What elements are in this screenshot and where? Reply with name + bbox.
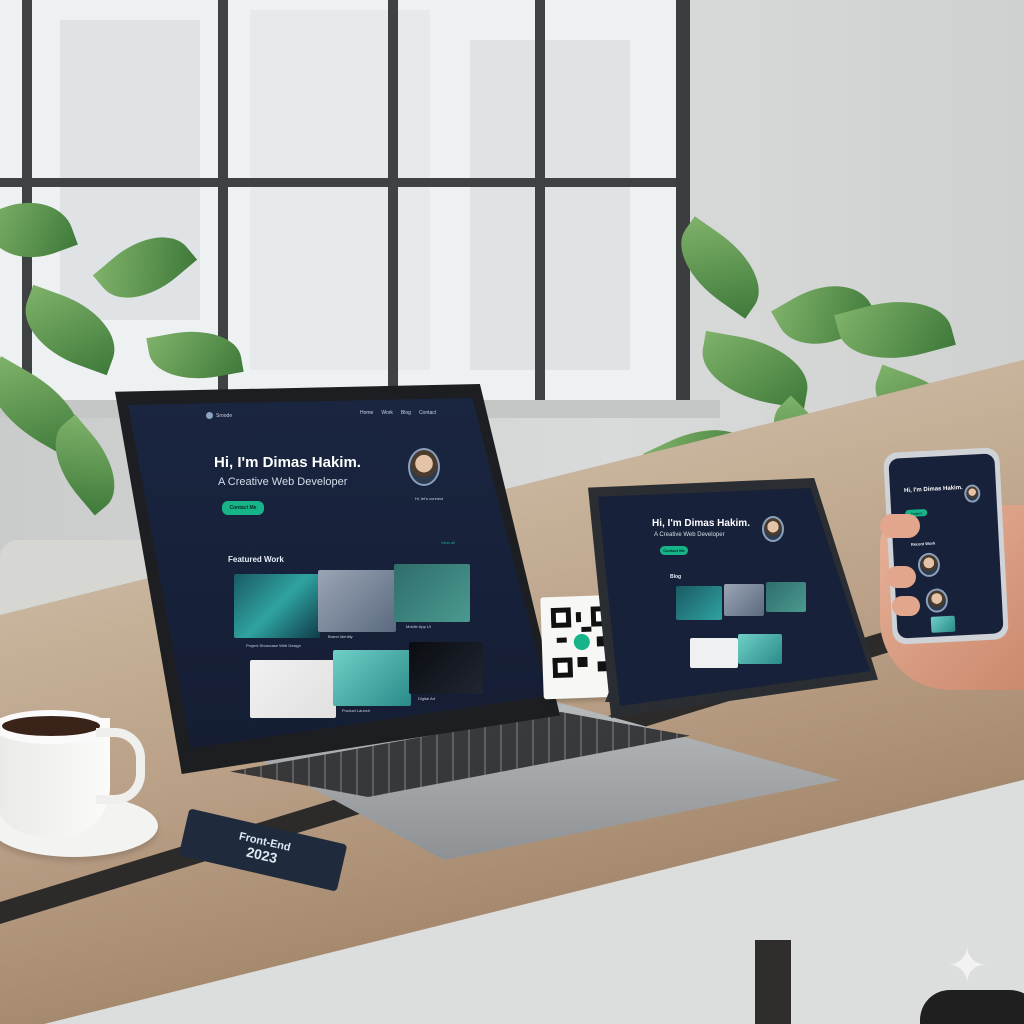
chair xyxy=(920,990,1024,1024)
list-item-thumb[interactable] xyxy=(930,615,956,633)
window-mullion xyxy=(388,0,398,400)
window-mullion xyxy=(22,0,32,400)
blog-card[interactable] xyxy=(690,638,738,668)
list-item-avatar xyxy=(917,552,941,578)
nav-contact[interactable]: Contact xyxy=(419,410,436,416)
section-title: Blog xyxy=(670,574,682,580)
desk-leg xyxy=(755,940,791,1024)
view-all-link[interactable]: View all xyxy=(441,540,455,545)
avatar xyxy=(963,484,981,503)
project-caption: Product Launch xyxy=(342,708,371,713)
cup-handle xyxy=(96,728,145,804)
blog-card[interactable] xyxy=(766,582,806,612)
contact-button[interactable]: Contact Me xyxy=(660,546,688,555)
project-card[interactable] xyxy=(394,564,470,622)
logo-icon xyxy=(206,412,213,419)
sparkle-icon: ✦ xyxy=(946,940,988,993)
window-mullion xyxy=(535,0,545,400)
building xyxy=(470,40,630,370)
blog-card[interactable] xyxy=(676,586,722,620)
building xyxy=(250,10,430,370)
avatar xyxy=(762,516,784,542)
coffee xyxy=(2,716,100,736)
scene: Front-End 2023 Sroode Home Work Blog Con… xyxy=(0,0,1024,1024)
contact-button[interactable]: Contact Me xyxy=(222,501,264,515)
list-item-avatar xyxy=(925,587,949,614)
laptop-screen: Sroode Home Work Blog Contact Hi, I'm Di… xyxy=(128,398,548,748)
project-caption: Digital Art xyxy=(418,696,436,701)
hero-subtitle: A Creative Web Developer xyxy=(218,476,348,488)
project-caption: Project Showcase Web Design xyxy=(246,643,301,648)
site-logo[interactable]: Sroode xyxy=(206,412,232,419)
hero-title: Hi, I'm Dimas Hakim. xyxy=(652,518,750,529)
hero-subtitle: A Creative Web Developer xyxy=(654,532,725,538)
avatar xyxy=(408,448,440,486)
nav-home[interactable]: Home xyxy=(360,410,373,416)
finger xyxy=(880,514,920,538)
project-card[interactable] xyxy=(409,642,483,694)
list-title: Recent Work xyxy=(910,540,936,547)
logo-text: Sroode xyxy=(216,412,233,419)
blog-card[interactable] xyxy=(738,634,782,664)
blog-card[interactable] xyxy=(724,584,764,616)
project-caption: Mobile App UI xyxy=(406,624,431,629)
section-title: Featured Work xyxy=(228,555,284,564)
project-card[interactable] xyxy=(250,660,336,718)
project-caption: Brand Identity xyxy=(328,634,353,639)
finger xyxy=(886,566,916,588)
project-card[interactable] xyxy=(333,650,411,706)
window-transom xyxy=(0,178,676,187)
avatar-caption: Hi, let's connect xyxy=(415,496,444,501)
nav-blog[interactable]: Blog xyxy=(401,410,411,416)
project-card[interactable] xyxy=(318,570,396,632)
nav-work[interactable]: Work xyxy=(381,410,393,416)
finger xyxy=(892,596,920,616)
project-card[interactable] xyxy=(234,574,320,638)
hero-title: Hi, I'm Dimas Hakim. xyxy=(214,454,361,471)
site-nav: Home Work Blog Contact xyxy=(360,410,436,416)
hero-title: Hi, I'm Dimas Hakim. xyxy=(903,485,963,495)
